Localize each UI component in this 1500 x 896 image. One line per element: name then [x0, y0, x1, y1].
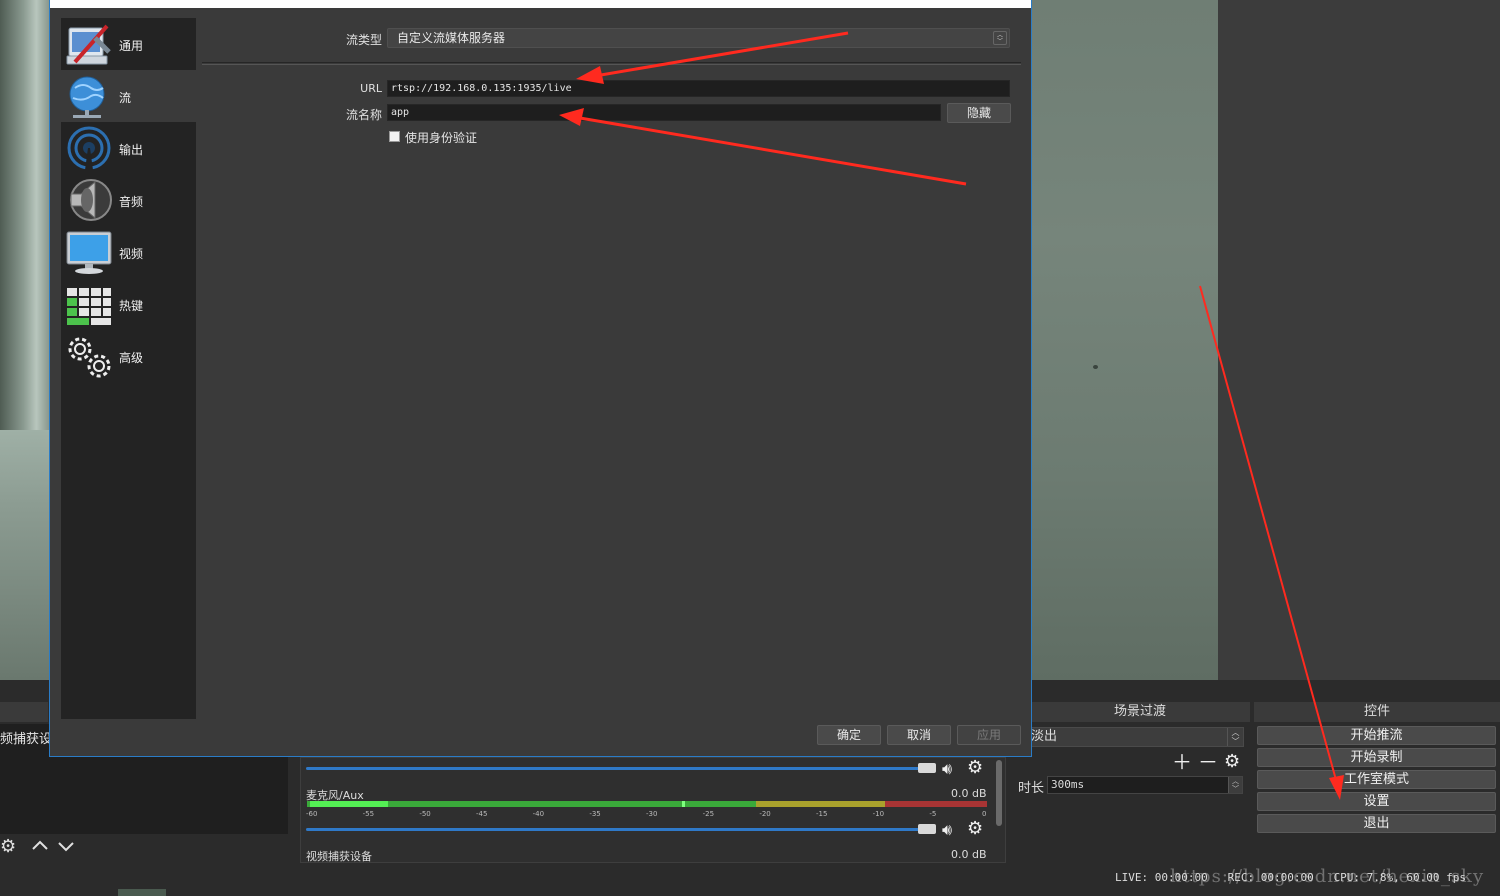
meter-tick-label: -25	[702, 810, 715, 818]
start-streaming-button[interactable]: 开始推流	[1257, 726, 1496, 745]
video-monitor-icon	[66, 231, 112, 274]
move-up-chevron-icon[interactable]	[31, 836, 49, 862]
nav-item-stream[interactable]: 流	[61, 70, 196, 122]
mixer-gear-icon[interactable]: ⚙	[967, 759, 983, 777]
spin-arrows-icon: ︿ ﹀	[1227, 728, 1243, 746]
speaker-volume-icon[interactable]: 🔊︎	[942, 822, 952, 838]
controls-header: 控件	[1254, 702, 1500, 722]
general-settings-icon	[66, 24, 111, 65]
settings-button[interactable]: 设置	[1257, 792, 1496, 811]
apply-button[interactable]: 应用	[957, 725, 1021, 745]
meter-tick-label: -20	[759, 810, 771, 818]
nav-item-general[interactable]: 通用	[61, 18, 196, 70]
audio-level-peak	[682, 801, 685, 807]
nav-item-video[interactable]: 视频	[61, 226, 196, 278]
audio-level-fill	[310, 801, 388, 807]
stream-type-select[interactable]: 自定义流媒体服务器 ︿ ﹀	[387, 28, 1010, 48]
duration-value: 300ms	[1051, 778, 1085, 791]
settings-nav: 通用 流 输出 音频 视频 热键 高级	[61, 18, 196, 719]
mixer-channel-name: 视频捕获设备	[306, 850, 372, 863]
transitions-header: 场景过渡	[1030, 702, 1250, 722]
hotkeys-keyboard-icon	[67, 288, 111, 325]
meter-tick-label: -5	[929, 810, 937, 818]
status-rec: REC: 00:00:00	[1227, 871, 1314, 884]
meter-tick-label: -10	[872, 810, 885, 818]
exit-button[interactable]: 退出	[1257, 814, 1496, 833]
nav-item-output[interactable]: 输出	[61, 122, 196, 174]
settings-dialog: 通用 流 输出 音频 视频 热键 高级 流类型 自定义流媒体服务器 ︿ ﹀ UR…	[49, 0, 1032, 757]
move-down-chevron-icon[interactable]	[57, 836, 75, 862]
studio-mode-button[interactable]: 工作室模式	[1257, 770, 1496, 789]
meter-tick-label: -15	[816, 810, 828, 818]
nav-item-label: 热键	[119, 299, 144, 313]
meter-tick-labels: -60 -55 -50 -45 -40 -35 -30 -25 -20 -15 -10 -5 0	[306, 810, 990, 820]
start-recording-button[interactable]: 开始录制	[1257, 748, 1496, 767]
nav-item-label: 高级	[119, 351, 144, 365]
source-properties-gear-icon[interactable]: ⚙	[0, 836, 16, 858]
advanced-gears-icon	[68, 337, 111, 378]
duration-input[interactable]: 300ms ︿ ﹀	[1047, 776, 1243, 794]
nav-item-label: 视频	[119, 247, 144, 261]
url-label: URL	[360, 82, 382, 95]
nav-item-label: 通用	[119, 39, 144, 53]
stream-globe-icon	[69, 76, 105, 118]
mixer-volume-slider-1[interactable]	[306, 828, 934, 831]
transition-select[interactable]: 淡出 ︿ ﹀	[1028, 727, 1244, 747]
nav-item-label: 流	[119, 91, 132, 105]
mixer-volume-handle-1[interactable]	[918, 824, 936, 834]
speaker-volume-icon[interactable]: 🔊︎	[942, 761, 952, 777]
status-live: LIVE: 00:00:00	[1115, 871, 1208, 884]
hide-key-button[interactable]: 隐藏	[947, 103, 1011, 123]
mixer-channel-db: 0.0 dB	[951, 787, 987, 800]
nav-item-advanced[interactable]: 高级	[61, 330, 196, 382]
cancel-button[interactable]: 取消	[887, 725, 951, 745]
nav-item-label: 输出	[119, 143, 144, 157]
meter-tick-label: -45	[476, 810, 488, 818]
transition-gear-icon[interactable]: ⚙	[1224, 752, 1240, 772]
meter-tick-label: -60	[306, 810, 318, 818]
spin-arrows-icon: ︿ ﹀	[993, 31, 1007, 45]
stream-type-value: 自定义流媒体服务器	[397, 31, 506, 45]
sources-header	[0, 702, 48, 722]
meter-tick-label: -35	[589, 810, 601, 818]
mixer-gear-icon[interactable]: ⚙	[967, 820, 983, 838]
stream-type-label: 流类型	[345, 33, 382, 47]
mixer-volume-handle-0[interactable]	[918, 763, 936, 773]
stream-key-input[interactable]: app	[387, 104, 941, 121]
mixer-channel-db: 0.0 dB	[951, 848, 987, 861]
dialog-titlebar	[50, 0, 1031, 8]
nav-item-label: 音频	[119, 195, 144, 209]
ok-button[interactable]: 确定	[817, 725, 881, 745]
meter-tick-label: 0	[982, 810, 987, 818]
use-auth-checkbox[interactable]	[389, 131, 400, 142]
transition-select-value: 淡出	[1031, 729, 1058, 744]
add-transition-plus-icon[interactable]: ＋	[1172, 752, 1192, 772]
use-auth-label: 使用身份验证	[405, 131, 478, 145]
status-bar: LIVE: 00:00:00 REC: 00:00:00 CPU: 7.8%, …	[1115, 871, 1466, 884]
remove-transition-minus-icon[interactable]: －	[1198, 752, 1218, 772]
output-antenna-icon	[67, 126, 111, 170]
audio-speaker-icon	[70, 179, 112, 221]
nav-item-audio[interactable]: 音频	[61, 174, 196, 226]
spin-arrows-icon[interactable]: ︿ ﹀	[1228, 777, 1242, 793]
status-cpu: CPU: 7.8%, 60.00 fps	[1333, 871, 1467, 884]
meter-tick-label: -30	[646, 810, 658, 818]
bottom-strip	[118, 889, 166, 896]
meter-tick-label: -55	[362, 810, 375, 818]
audio-level-meter	[307, 801, 987, 807]
url-input[interactable]: rtsp://192.168.0.135:1935/live	[387, 80, 1010, 97]
form-separator	[202, 62, 1021, 65]
duration-label: 时长	[1018, 781, 1045, 796]
stream-key-label: 流名称	[345, 108, 382, 122]
preview-speck	[1093, 365, 1098, 369]
preview-wall-lower	[0, 430, 52, 680]
preview-right-panel	[1218, 0, 1500, 680]
mixer-volume-slider-0[interactable]	[306, 767, 934, 770]
nav-item-hotkeys[interactable]: 热键	[61, 278, 196, 330]
meter-tick-label: -50	[419, 810, 431, 818]
mixer-scrollbar[interactable]	[996, 760, 1002, 826]
meter-tick-label: -40	[532, 810, 545, 818]
